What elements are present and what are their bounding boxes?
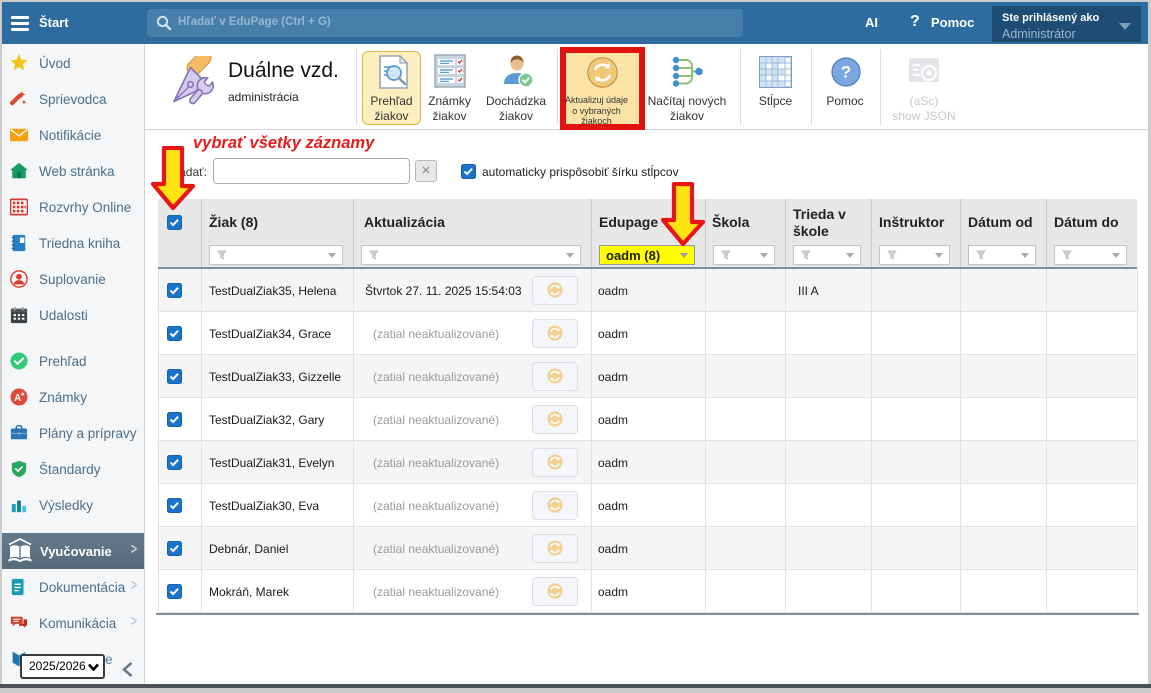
svg-text:A: A (14, 393, 21, 404)
svg-text:?: ? (841, 63, 851, 82)
